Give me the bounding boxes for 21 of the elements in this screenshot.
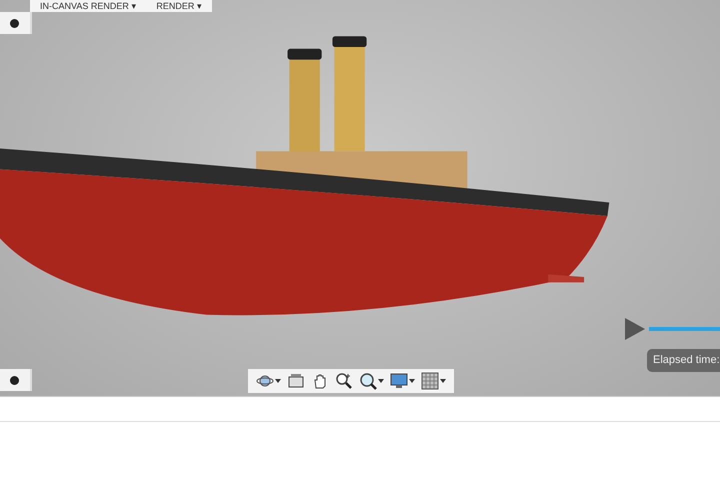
circle-icon [10,18,19,28]
caret-icon [378,379,384,383]
caret-icon [409,379,415,383]
toolbar-tab[interactable]: RENDER ▾ [156,0,202,12]
grid-icon [421,372,439,390]
fit-tool-button[interactable] [359,371,384,391]
elapsed-time-label: Elapsed time: [647,349,720,372]
camera-icon [287,372,305,390]
toolbar-tab[interactable]: IN-CANVAS RENDER ▾ [40,0,136,12]
zoom-icon [359,372,377,390]
collapse-panel-button[interactable] [0,12,32,34]
circle-icon [10,376,19,384]
caret-icon [275,379,281,383]
zoom-icon [335,372,353,390]
play-icon[interactable] [625,318,645,340]
zoom-tool-button[interactable] [335,371,353,391]
display-tool-button[interactable] [390,371,415,391]
collapse-panel-button[interactable] [0,369,32,391]
grid-tool-button[interactable] [421,371,446,391]
monitor-icon [390,372,408,390]
caret-icon [440,379,446,383]
